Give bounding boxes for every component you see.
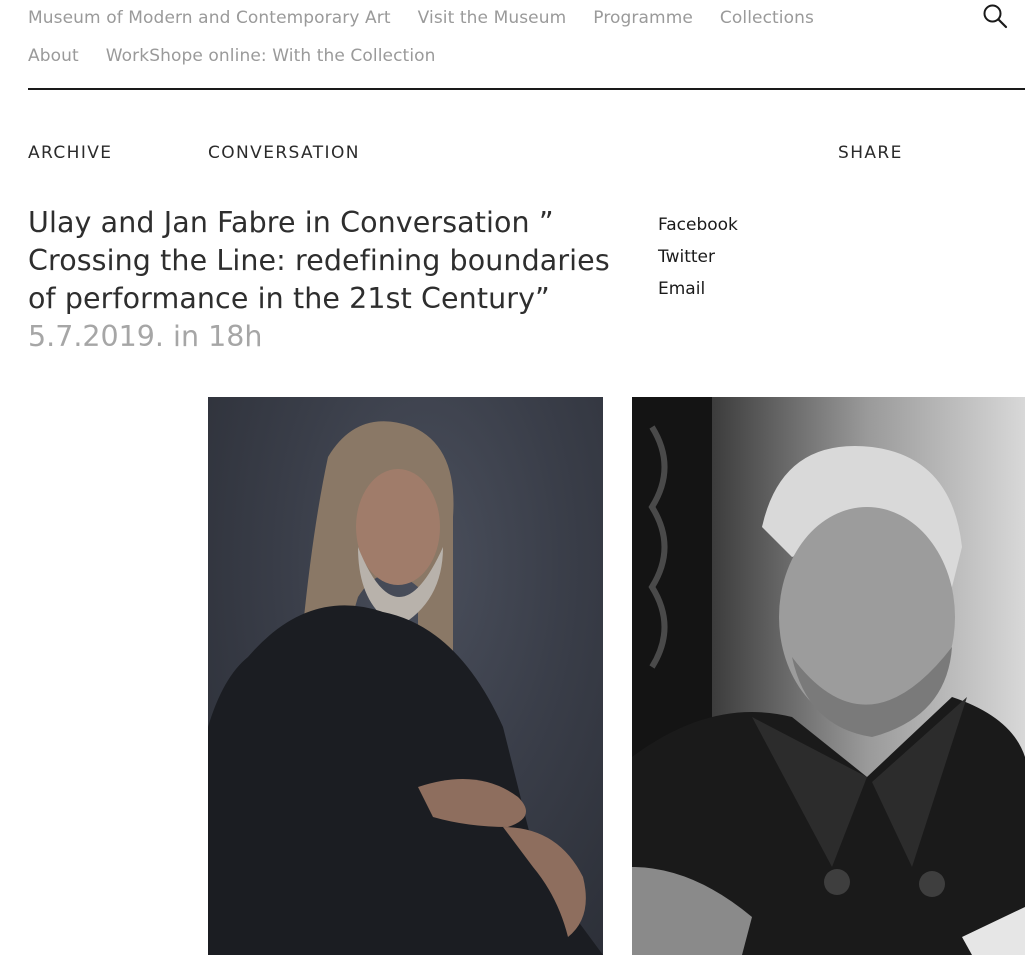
category-label[interactable]: CONVERSATION [208,143,360,163]
nav-link-programme[interactable]: Programme [593,8,693,28]
event-date: 5.7.2019. in 18h [28,320,263,353]
share-email-link[interactable]: Email [658,273,738,305]
nav-link-collections[interactable]: Collections [720,8,814,28]
share-links: Facebook Twitter Email [658,209,738,305]
nav-link-workshop[interactable]: WorkShope online: With the Collection [106,46,436,66]
nav-row-primary: Museum of Modern and Contemporary Art Vis… [28,8,841,28]
jan-fabre-portrait-photo [632,397,1025,955]
header-divider [28,88,1025,90]
nav-link-visit[interactable]: Visit the Museum [418,8,567,28]
nav-link-about[interactable]: About [28,46,79,66]
nav-row-secondary: About WorkShope online: With the Collecti… [28,46,463,66]
share-facebook-link[interactable]: Facebook [658,209,738,241]
ulay-portrait-illustration [208,421,603,955]
nav-link-museum[interactable]: Museum of Modern and Contemporary Art [28,8,391,28]
share-twitter-link[interactable]: Twitter [658,241,738,273]
search-button[interactable] [982,3,1008,29]
ulay-portrait-photo [208,397,603,955]
search-icon [983,4,1008,29]
share-label: SHARE [838,143,903,163]
archive-label[interactable]: ARCHIVE [28,143,112,163]
jan-fabre-portrait-illustration [632,397,1025,955]
event-title: Ulay and Jan Fabre in Conversation ” Cro… [28,206,610,315]
